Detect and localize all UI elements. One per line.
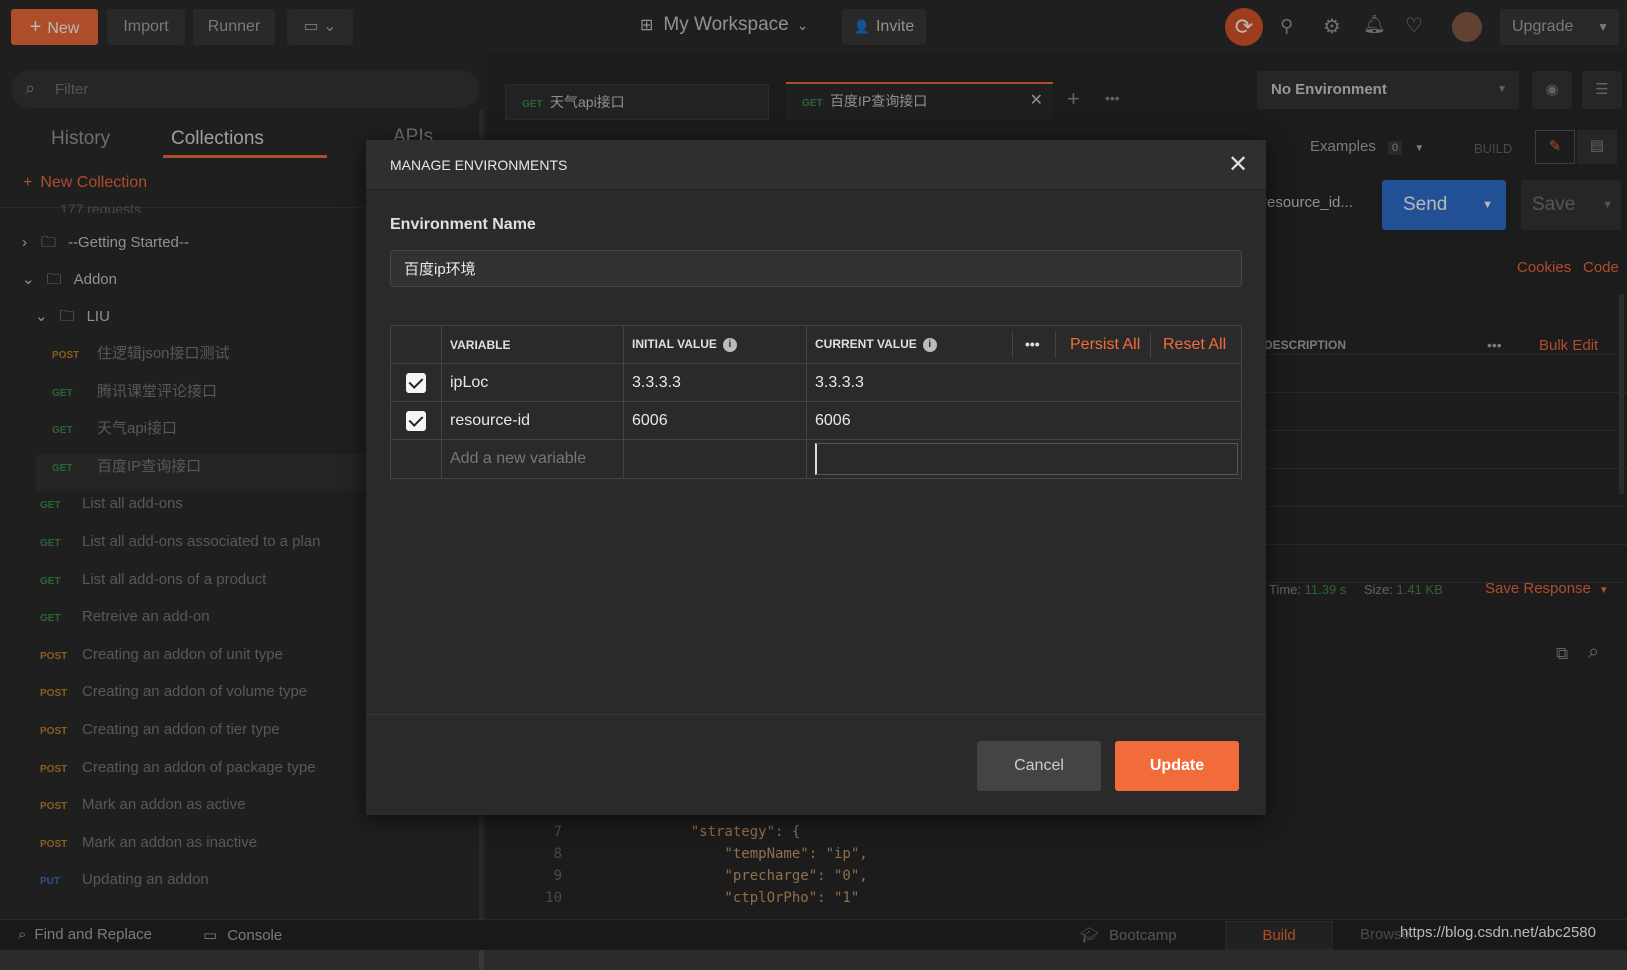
new-variable-row: Add a new variable <box>390 439 1242 479</box>
manage-environments-modal: MANAGE ENVIRONMENTS ✕ Environment Name V… <box>366 140 1266 815</box>
initial-value-header: INITIAL VALUE i <box>623 325 807 364</box>
reset-all-button[interactable]: Reset All <box>1150 332 1226 358</box>
info-icon[interactable]: i <box>922 337 937 352</box>
info-icon[interactable]: i <box>722 337 737 352</box>
footer-divider <box>366 714 1266 715</box>
empty-cell <box>390 439 442 479</box>
initial-value-cell[interactable]: 6006 <box>623 401 807 440</box>
env-name-input[interactable] <box>390 250 1242 287</box>
env-name-label: Environment Name <box>390 216 536 233</box>
table-row: resource-id 6006 6006 <box>390 401 1242 440</box>
variables-table: VARIABLE INITIAL VALUE i CURRENT VALUE i •… <box>390 325 1242 479</box>
table-row: ipLoc 3.3.3.3 3.3.3.3 <box>390 363 1242 402</box>
variable-cell[interactable]: resource-id <box>441 401 624 440</box>
current-value-cell[interactable]: 6006 <box>806 401 1242 440</box>
variable-cell[interactable]: ipLoc <box>441 363 624 402</box>
checkbox-cell <box>390 401 442 440</box>
current-value-cell[interactable]: 3.3.3.3 <box>806 363 1242 402</box>
enabled-checkbox[interactable] <box>406 372 426 393</box>
update-button[interactable]: Update <box>1115 741 1239 791</box>
current-value-header: CURRENT VALUE i ••• Persist All Reset All <box>806 325 1242 364</box>
modal-header: MANAGE ENVIRONMENTS ✕ <box>366 140 1266 190</box>
new-initial-cell[interactable] <box>623 439 807 479</box>
cancel-button[interactable]: Cancel <box>977 741 1101 791</box>
checkbox-header <box>390 325 442 364</box>
enabled-checkbox[interactable] <box>406 410 426 431</box>
new-current-cell[interactable] <box>806 439 1242 479</box>
persist-all-button[interactable]: Persist All <box>1055 332 1140 358</box>
modal-title: MANAGE ENVIRONMENTS <box>390 157 568 173</box>
variable-header: VARIABLE <box>441 325 624 364</box>
current-value-input[interactable] <box>815 443 1238 475</box>
initial-value-cell[interactable]: 3.3.3.3 <box>623 363 807 402</box>
new-variable-cell[interactable]: Add a new variable <box>441 439 624 479</box>
checkbox-cell <box>390 363 442 402</box>
table-header-row: VARIABLE INITIAL VALUE i CURRENT VALUE i •… <box>390 325 1242 364</box>
more-options-icon[interactable]: ••• <box>1012 332 1040 358</box>
close-icon[interactable]: ✕ <box>1228 150 1248 179</box>
